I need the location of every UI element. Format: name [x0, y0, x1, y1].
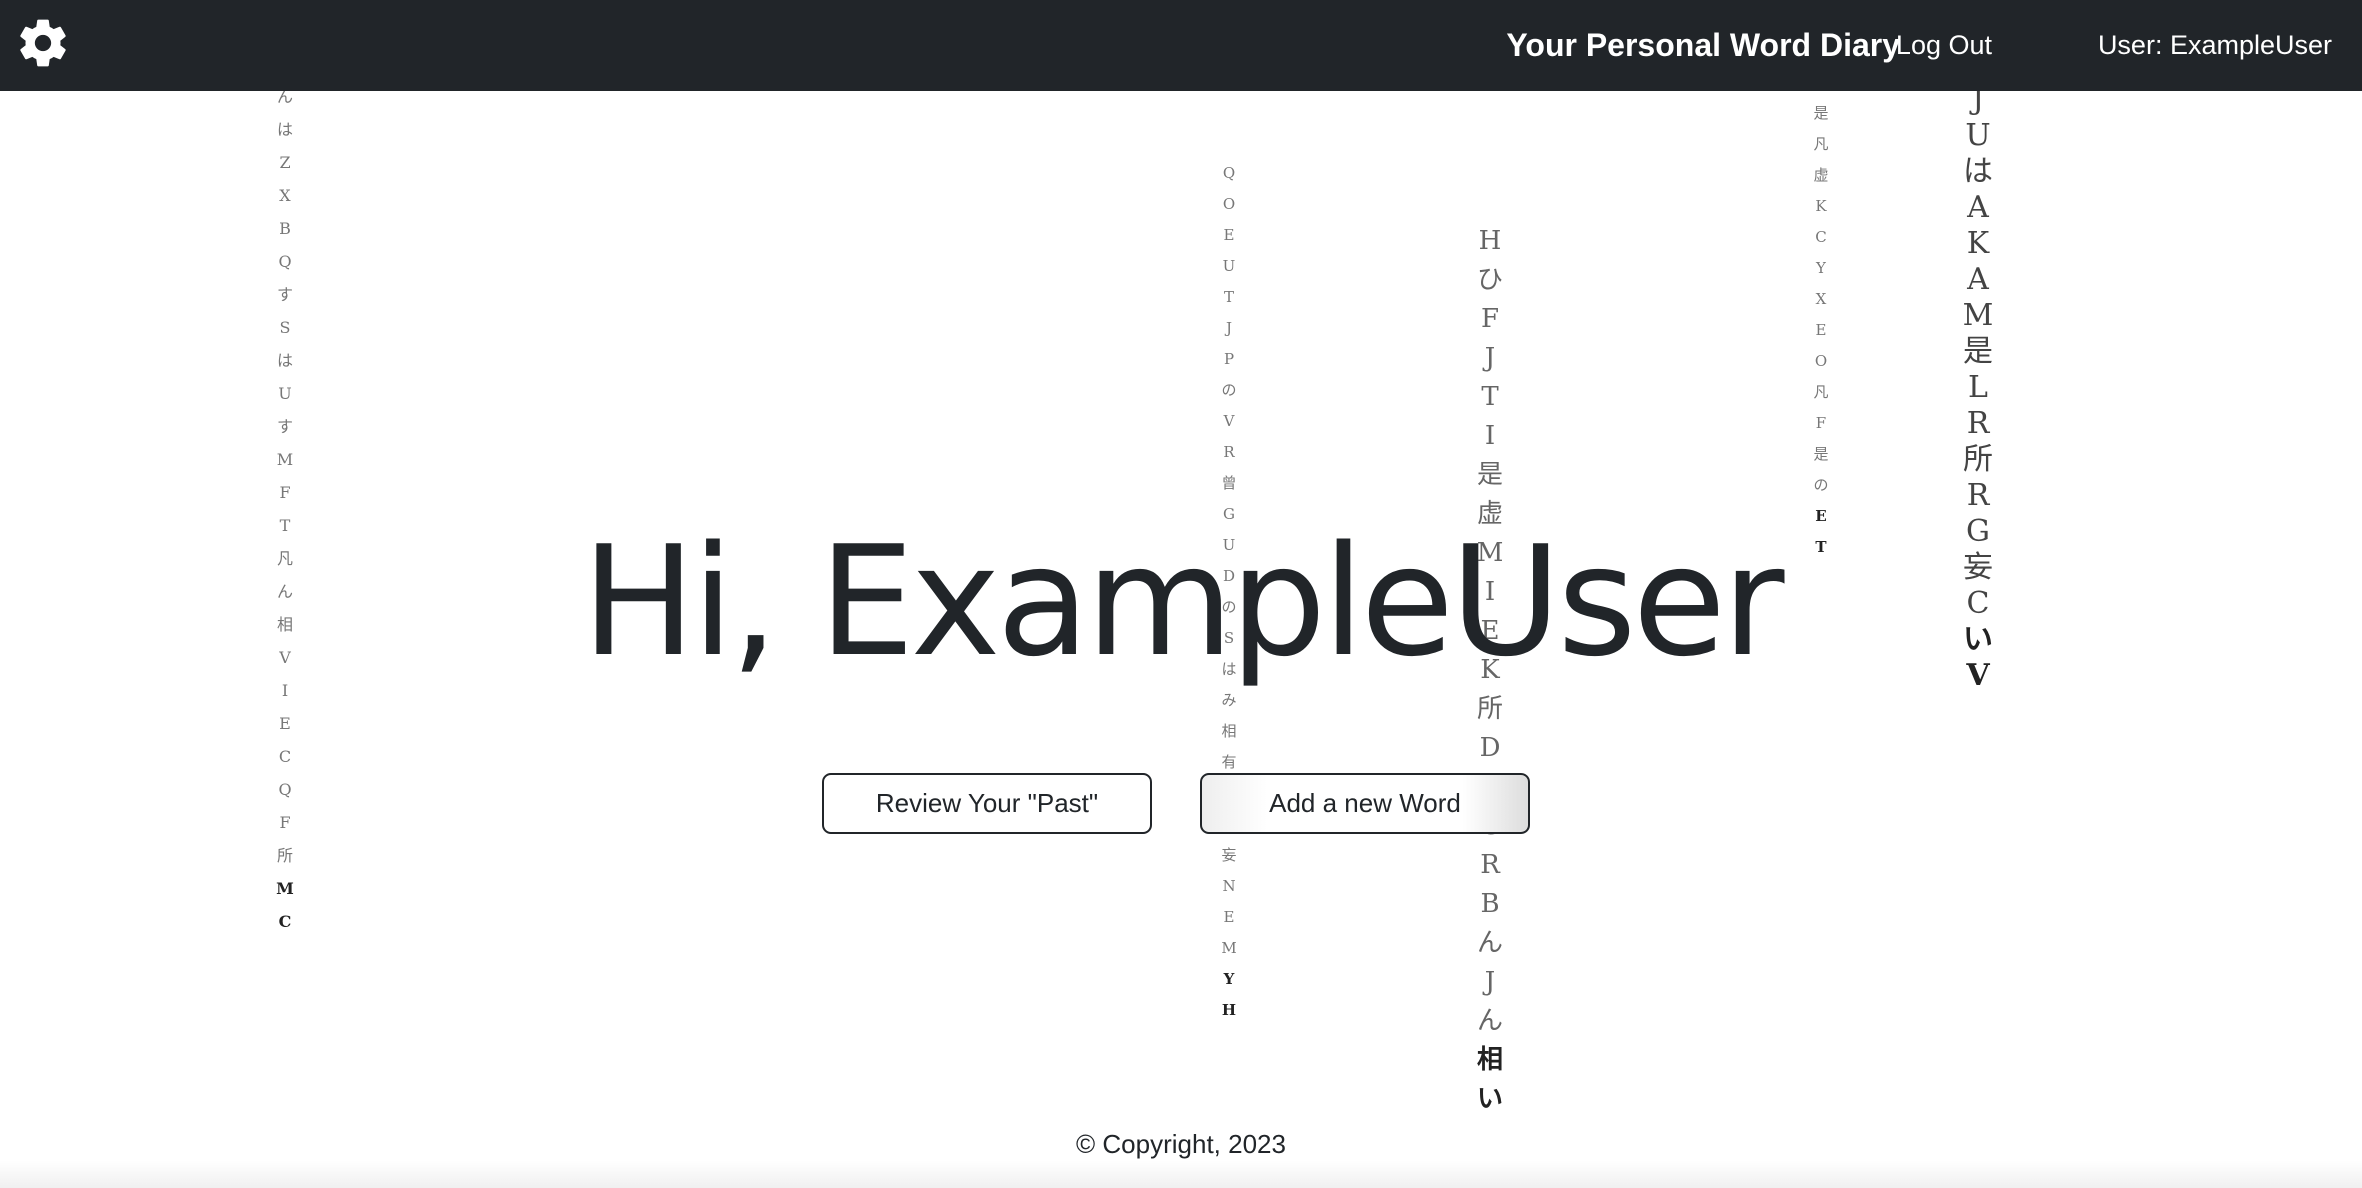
rain-char: O: [1814, 352, 1828, 370]
rain-char: Y: [1223, 970, 1235, 988]
rain-char: の: [1813, 476, 1829, 494]
rain-char: X: [1815, 290, 1827, 308]
rain-char: の: [1221, 381, 1237, 399]
rain-char: 凡: [1813, 135, 1829, 153]
gear-icon[interactable]: [15, 15, 71, 71]
rain-char: L: [1968, 370, 1988, 405]
rain-char: Z: [279, 153, 291, 172]
rain-char: K: [1966, 226, 1990, 261]
rain-char: M: [1221, 939, 1237, 957]
rain-char: 所: [1963, 442, 1993, 477]
rain-char: H: [1221, 1001, 1237, 1019]
rain-char: F: [1480, 304, 1500, 334]
rain-char: F: [279, 483, 291, 502]
rain-char: B: [279, 219, 291, 238]
rain-char: 相: [1221, 722, 1237, 740]
rain-char: F: [1815, 414, 1827, 432]
rain-char: U: [1965, 118, 1991, 153]
rain-char: E: [1223, 226, 1235, 244]
rain-char: 所: [1476, 694, 1503, 724]
rain-char: C: [1815, 228, 1827, 246]
char-rain-column: んはZXBQすSはUすMFT凡ん相VIECQF所MC: [270, 80, 300, 938]
rain-char: R: [1223, 443, 1235, 461]
rain-char: H: [1478, 226, 1502, 256]
rain-char: M: [276, 879, 294, 898]
rain-char: E: [1815, 321, 1827, 339]
rain-char: 是: [1963, 334, 1993, 369]
rain-char: B: [1480, 889, 1500, 919]
review-past-button[interactable]: Review Your "Past": [822, 773, 1152, 834]
rain-char: J: [1484, 967, 1496, 997]
rain-char: 是: [1476, 460, 1503, 490]
rain-char: い: [1476, 1084, 1503, 1114]
rain-char: は: [276, 351, 293, 370]
rain-char: A: [1967, 262, 1989, 297]
rain-char: D: [1479, 733, 1501, 763]
rain-char: C: [278, 747, 292, 766]
bottom-shadow: [0, 1160, 2362, 1188]
char-rain-column: 是凡虚KCYXEO凡F是のET: [1806, 98, 1836, 563]
rain-char: 相: [1476, 1045, 1503, 1075]
logout-link[interactable]: Log Out: [1896, 24, 1992, 66]
rain-char: C: [278, 912, 292, 931]
rain-char: は: [1963, 154, 1993, 189]
brand-title[interactable]: Your Personal Word Diary: [1506, 24, 1900, 66]
rain-char: U: [1222, 257, 1236, 275]
rain-char: J: [1225, 319, 1232, 337]
rain-char: N: [1222, 877, 1236, 895]
rain-char: 妄: [1221, 846, 1237, 864]
rain-char: 凡: [1813, 383, 1829, 401]
rain-char: 是: [1813, 104, 1829, 122]
rain-char: A: [1967, 190, 1989, 225]
rain-char: 虚: [1813, 166, 1829, 184]
rain-char: R: [1966, 406, 1990, 441]
rain-char: U: [278, 384, 292, 403]
user-link[interactable]: User: ExampleUser: [2098, 24, 2332, 66]
navbar: Your Personal Word Diary Log Out User: E…: [0, 0, 2362, 91]
rain-char: O: [1222, 195, 1236, 213]
rain-char: T: [1481, 382, 1499, 412]
add-word-button[interactable]: Add a new Word: [1200, 773, 1530, 834]
rain-char: ん: [1476, 1006, 1503, 1036]
rain-char: F: [279, 813, 291, 832]
rain-char: J: [1484, 343, 1496, 373]
rain-char: E: [1223, 908, 1235, 926]
rain-char: K: [1815, 197, 1827, 215]
rain-char: す: [276, 285, 293, 304]
rain-char: V: [1223, 412, 1235, 430]
rain-char: Q: [1222, 164, 1236, 182]
rain-char: Q: [278, 780, 292, 799]
rain-char: P: [1223, 350, 1235, 368]
rain-char: Q: [278, 252, 292, 271]
rain-char: す: [276, 417, 293, 436]
rain-char: ひ: [1476, 265, 1503, 295]
copyright-footer: © Copyright, 2023: [1076, 1129, 1286, 1159]
rain-char: S: [279, 318, 291, 337]
rain-char: I: [1484, 421, 1496, 451]
rain-char: Y: [1816, 259, 1826, 277]
rain-char: M: [276, 450, 294, 469]
rain-char: は: [276, 120, 293, 139]
rain-char: 所: [276, 846, 293, 865]
rain-char: R: [1480, 850, 1500, 880]
rain-char: M: [1962, 298, 1994, 333]
rain-char: E: [279, 714, 291, 733]
rain-char: R: [1966, 478, 1990, 513]
rain-char: T: [1223, 288, 1234, 306]
rain-char: 曾: [1221, 474, 1237, 492]
rain-char: X: [279, 186, 291, 205]
rain-char: 是: [1813, 445, 1829, 463]
page: Your Personal Word Diary Log Out User: E…: [0, 0, 2362, 1188]
rain-char: ん: [1476, 928, 1503, 958]
greeting-heading: Hi, ExampleUser: [581, 513, 1784, 690]
